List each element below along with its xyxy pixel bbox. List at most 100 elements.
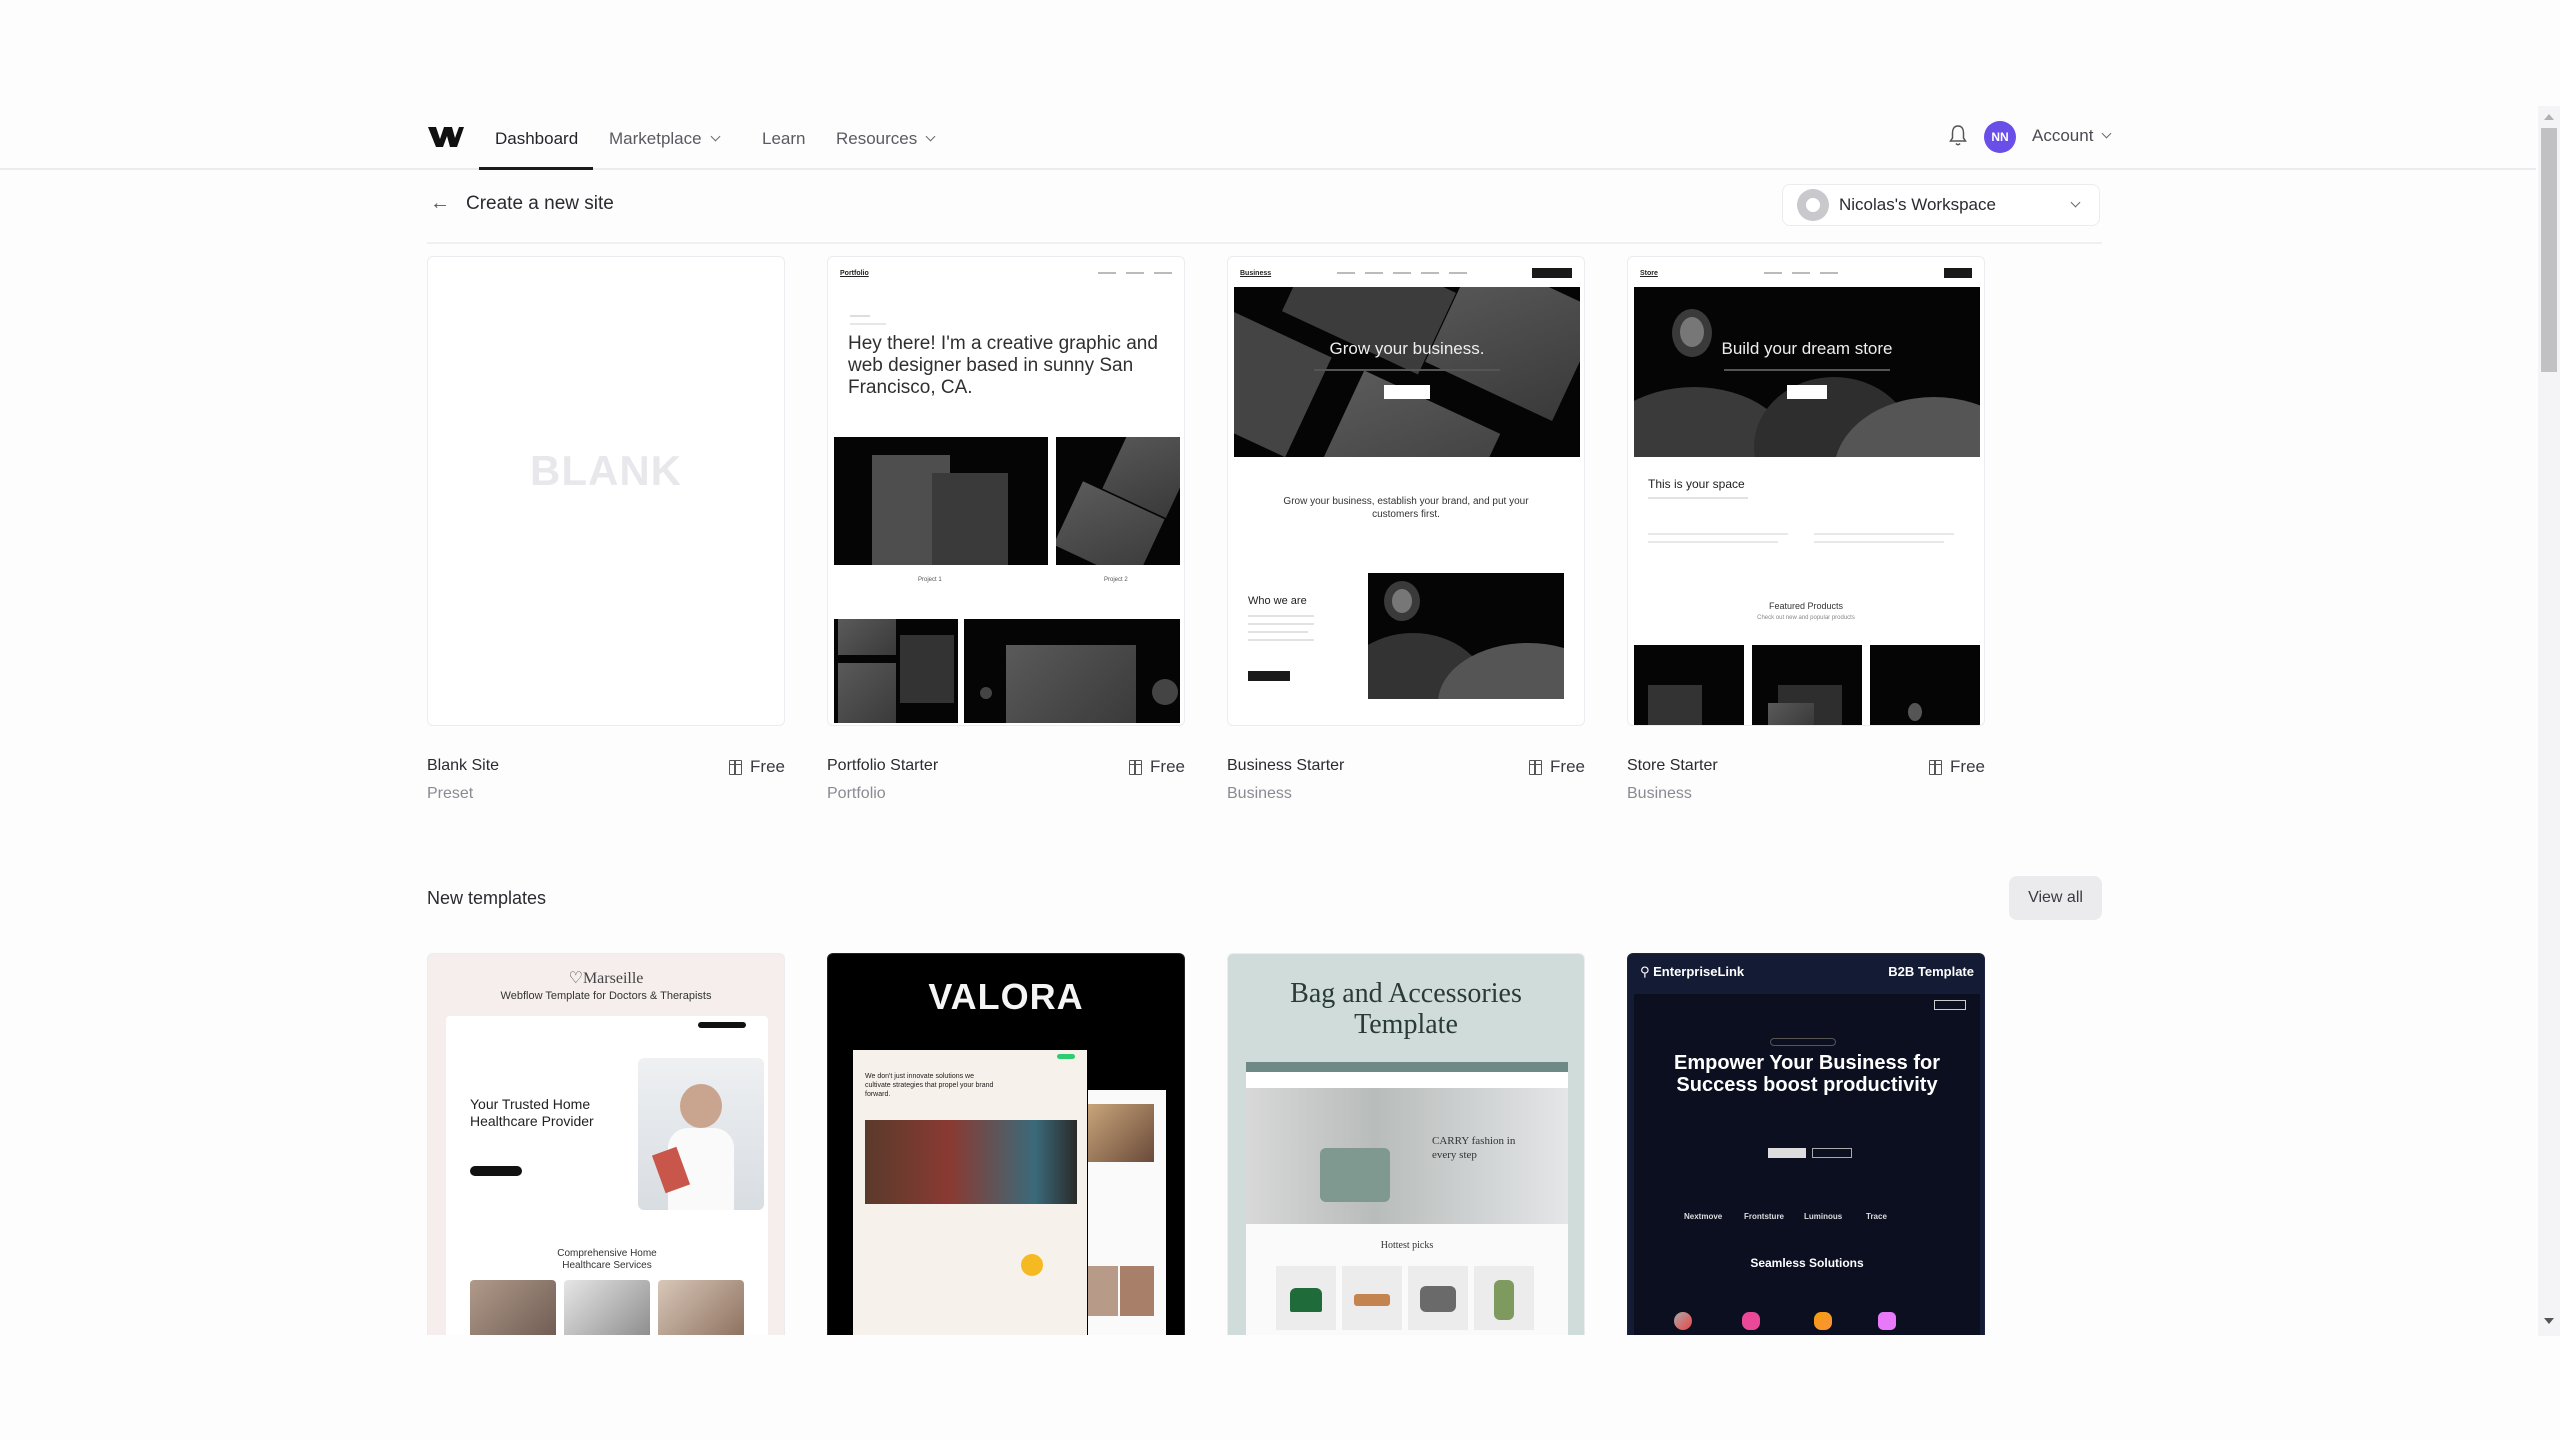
preview-product-image [1870, 645, 1980, 725]
nav-dashboard-label: Dashboard [495, 129, 579, 148]
preview-nav: Store [1640, 267, 1972, 279]
template-hero-text: Your Trusted Home Healthcare Provider [470, 1096, 594, 1129]
card-title: Portfolio Starter [827, 757, 939, 774]
starter-card-store[interactable]: Store Build your dream store This is you… [1627, 256, 1985, 726]
partner-logo: Trace [1866, 1212, 1887, 1221]
preview-project-1: Project 1 [918, 577, 942, 583]
section-title-new-templates: New templates [427, 888, 547, 908]
template-name: VALORA [928, 976, 1084, 1017]
preview-hero: Grow your business. [1234, 287, 1580, 457]
preview-hero-title: Build your dream store [1721, 339, 1893, 358]
gift-icon [1129, 759, 1143, 775]
arrow-left-icon: ← [430, 192, 450, 214]
template-name: ⚲ EnterpriseLink [1640, 964, 1745, 979]
preview-nav: Portfolio [840, 267, 1172, 279]
page-title: Create a new site [466, 192, 614, 214]
template-card-valora[interactable]: VALORA We don't just innovate solutions … [827, 953, 1185, 1335]
webflow-logo-icon[interactable] [428, 124, 464, 150]
partner-logo: Frontsture [1744, 1212, 1784, 1221]
template-card-enterpriselink[interactable]: ⚲ EnterpriseLink B2B Template Empower Yo… [1627, 953, 1985, 1335]
workspace-icon [1797, 189, 1829, 221]
preview-about-image [1368, 573, 1564, 699]
preview-project-image [1056, 437, 1180, 565]
starter-card-business[interactable]: Business Grow your business. Grow your b… [1227, 256, 1585, 726]
chevron-down-icon [2070, 197, 2081, 208]
template-card-bag-accessories[interactable]: Bag and Accessories Template CARRY fashi… [1227, 953, 1585, 1335]
template-name-text: EnterpriseLink [1653, 964, 1745, 979]
nav-resources[interactable]: Resources [836, 126, 936, 152]
template-name: Bag and Accessories Template [1290, 978, 1522, 1040]
top-navigation: Dashboard Marketplace Learn Resources NN… [0, 108, 2536, 170]
template-badge: B2B Template [1888, 964, 1974, 979]
template-section-title: Comprehensive Home Healthcare Services [557, 1248, 657, 1271]
starter-card-blank[interactable]: BLANK [427, 256, 785, 726]
preview-project-image [964, 619, 1180, 723]
workspace-name: Nicolas's Workspace [1839, 195, 1996, 214]
vertical-scrollbar[interactable] [2538, 106, 2560, 1336]
active-tab-indicator [479, 167, 593, 170]
preview-brand: Portfolio [840, 269, 869, 277]
partner-logo: Nextmove [1684, 1212, 1723, 1221]
bell-icon[interactable] [1948, 123, 1968, 149]
preview-tagline: Grow your business, establish your brand… [1283, 496, 1529, 520]
account-menu[interactable]: Account [2032, 126, 2112, 146]
blank-preview-label: BLANK [530, 447, 682, 494]
price-badge: Free [1929, 757, 1985, 777]
preview-text-line [850, 323, 886, 325]
price-label: Free [1550, 757, 1585, 776]
preview-featured-subtitle: Check out new and popular products [1757, 615, 1855, 621]
chevron-down-icon [710, 131, 721, 142]
gift-icon [1529, 759, 1543, 775]
back-button[interactable]: ← Create a new site [430, 192, 614, 215]
preview-nav: Business [1240, 267, 1572, 279]
doctor-photo [638, 1058, 764, 1210]
price-badge: Free [1129, 757, 1185, 777]
chevron-down-icon [2101, 128, 2112, 139]
template-preview: We don't just innovate solutions we cult… [853, 1050, 1087, 1335]
template-preview: Your Trusted Home Healthcare Provider Co… [446, 1016, 768, 1335]
scrollbar-thumb[interactable] [2541, 128, 2557, 372]
preview-hero-title: Grow your business. [1329, 339, 1485, 358]
preview-brand: Store [1640, 269, 1658, 277]
account-label: Account [2032, 126, 2094, 145]
divider [427, 242, 2102, 244]
card-subtitle: Business [1627, 785, 1692, 802]
starter-card-portfolio[interactable]: Portfolio Hey there! I'm a creative grap… [827, 256, 1185, 726]
preview-headline: Hey there! I'm a creative graphic and we… [848, 333, 1158, 398]
template-hero-text: CARRY fashion in every step [1432, 1135, 1516, 1161]
preview-featured-title: Featured Products [1768, 601, 1844, 611]
scroll-down-arrow-icon[interactable] [2544, 1318, 2554, 1324]
nav-learn-label: Learn [762, 129, 806, 148]
price-badge: Free [1529, 757, 1585, 777]
preview-product-image [1752, 645, 1862, 725]
gift-icon [729, 759, 743, 775]
template-name: ♡Marseille [568, 970, 644, 987]
card-subtitle: Business [1227, 785, 1292, 802]
template-tagline: Webflow Template for Doctors & Therapist… [500, 990, 712, 1002]
view-all-button[interactable]: View all [2009, 876, 2102, 920]
partner-logo: Luminous [1804, 1212, 1843, 1221]
avatar[interactable]: NN [1984, 121, 2016, 153]
card-subtitle: Portfolio [827, 785, 886, 802]
gift-icon [1929, 759, 1943, 775]
nav-marketplace[interactable]: Marketplace [609, 126, 721, 152]
preview-section-title: Who we are [1248, 595, 1307, 607]
nav-dashboard[interactable]: Dashboard [495, 126, 578, 152]
card-title: Blank Site [427, 757, 500, 774]
card-subtitle: Preset [427, 785, 474, 802]
price-label: Free [1150, 757, 1185, 776]
template-name-text: Marseille [582, 970, 644, 987]
template-preview: Empower Your Business for Success boost … [1634, 994, 1980, 1335]
preview-brand: Business [1240, 269, 1272, 277]
workspace-select[interactable]: Nicolas's Workspace [1782, 184, 2100, 226]
avatar-initials: NN [1991, 130, 2009, 144]
card-title: Store Starter [1627, 757, 1718, 774]
nav-marketplace-label: Marketplace [609, 129, 702, 148]
preview-product-image [1634, 645, 1744, 725]
preview-project-image [834, 619, 958, 723]
template-preview: CARRY fashion in every step Hottest pick… [1246, 1062, 1568, 1335]
template-card-marseille[interactable]: ♡Marseille Webflow Template for Doctors … [427, 953, 785, 1335]
scroll-up-arrow-icon[interactable] [2544, 114, 2554, 120]
preview-section-title: This is your space [1648, 477, 1745, 491]
nav-learn[interactable]: Learn [762, 126, 805, 152]
